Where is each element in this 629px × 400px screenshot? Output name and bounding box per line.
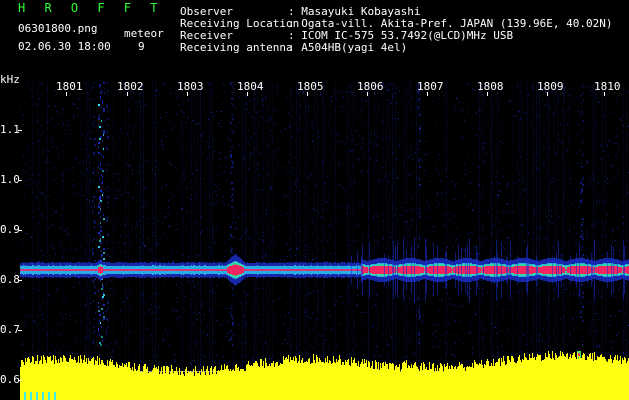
info-antenna-label: Receiving antenna — [180, 41, 293, 54]
app-title: H R O F F T — [18, 1, 164, 15]
x-tick-label: 1803 — [177, 80, 204, 93]
x-tick-label: 1810 — [594, 80, 621, 93]
x-tick-label: 1801 — [56, 80, 83, 93]
x-tick-label: 1805 — [297, 80, 324, 93]
x-tick-label: 1806 — [357, 80, 384, 93]
meteor-count: 9 — [138, 40, 145, 53]
x-tick-label: 1808 — [477, 80, 504, 93]
signal-level-histogram — [20, 351, 629, 400]
x-tick-label: 1804 — [237, 80, 264, 93]
meteor-label: meteor — [124, 27, 164, 40]
y-tick-label: 0.6 — [0, 373, 20, 386]
observation-datetime: 02.06.30 18:00 — [18, 40, 111, 53]
y-tick-label: 0.9 — [0, 223, 20, 236]
noise-layer — [20, 82, 629, 400]
meteor-streak-layer — [92, 82, 584, 346]
y-tick-label: 0.8 — [0, 273, 20, 286]
y-tick-label: 1.1 — [0, 123, 20, 136]
axis-ticks — [18, 92, 605, 381]
x-tick-label: 1802 — [117, 80, 144, 93]
info-antenna-value: : A504HB(yagi 4el) — [288, 41, 408, 54]
spectrogram-plot — [18, 82, 629, 400]
y-tick-label: 0.7 — [0, 323, 20, 336]
axis-unit-label: kHz — [0, 73, 20, 86]
y-tick-label: 1.0 — [0, 173, 20, 186]
carrier-band-layer — [20, 237, 629, 359]
file-name: 06301800.png — [18, 22, 98, 35]
x-tick-label: 1809 — [537, 80, 564, 93]
x-tick-label: 1807 — [417, 80, 444, 93]
hrofft-window: H R O F F T 06301800.png 02.06.30 18:00 … — [0, 0, 629, 400]
